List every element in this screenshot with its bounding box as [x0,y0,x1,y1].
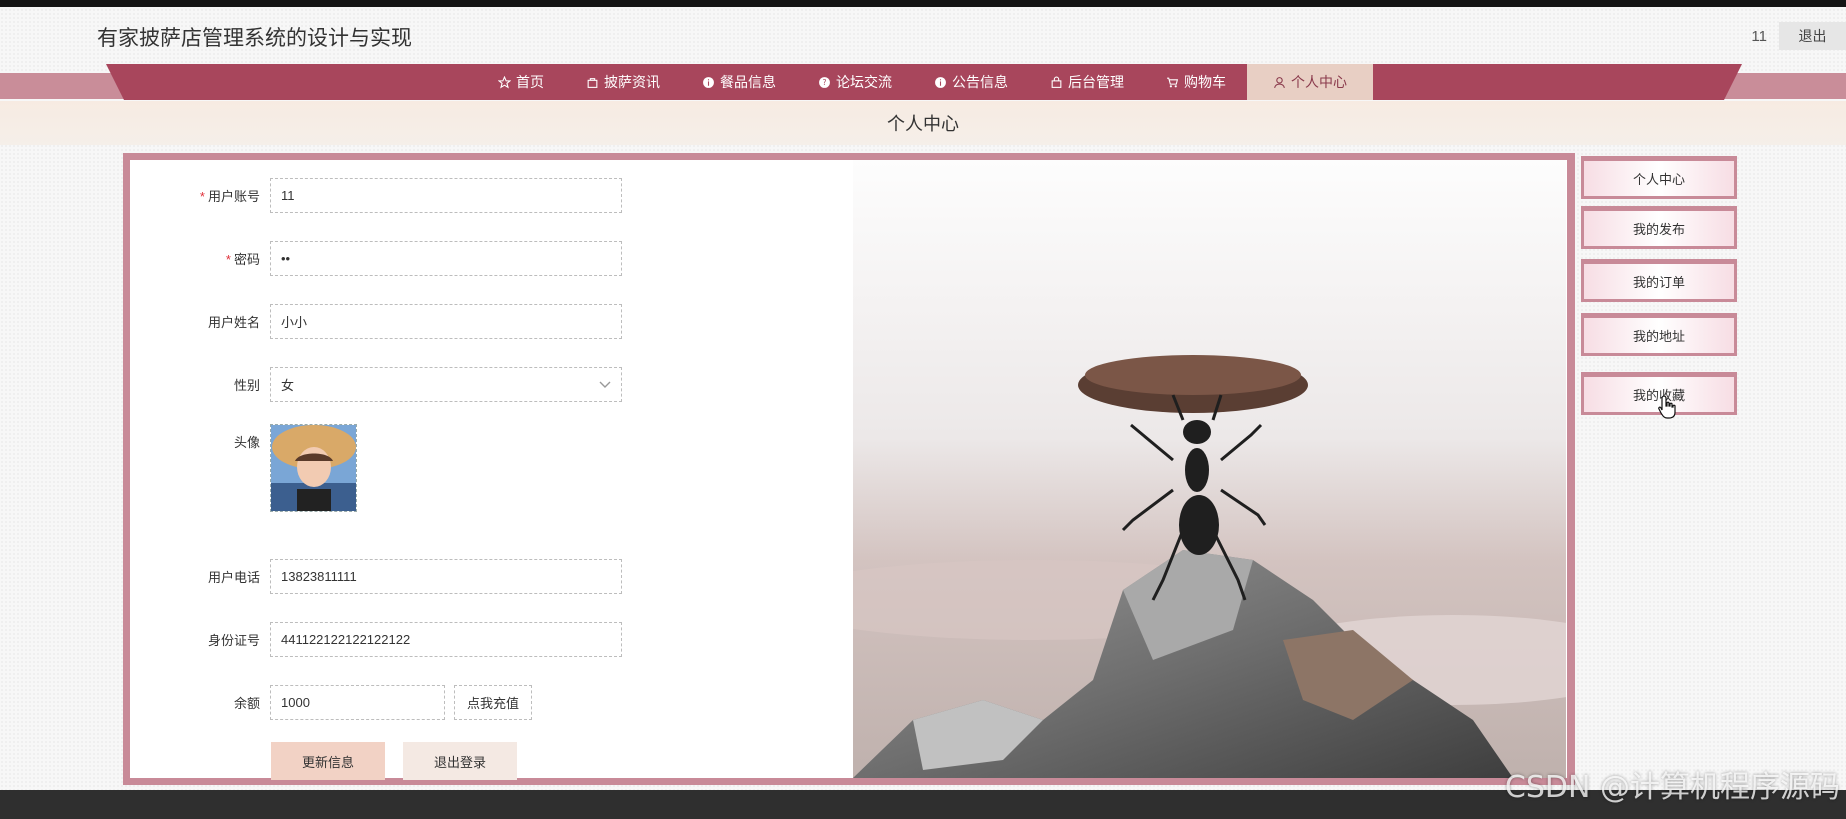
nav-menu-info[interactable]: 餐品信息 [681,64,797,100]
gender-value: 女 [281,378,295,393]
update-info-button[interactable]: 更新信息 [271,742,385,780]
balance-label: 余额 [233,696,260,711]
app-title: 有家披萨店管理系统的设计与实现 [97,27,412,50]
account-row: * 用户账号 11 [130,178,622,213]
name-input[interactable]: 小小 [270,304,622,339]
id-card-label: 身份证号 [207,633,260,648]
logout-account-button[interactable]: 退出登录 [403,742,517,780]
nav-forum[interactable]: ? 论坛交流 [797,64,913,100]
info-icon [703,76,714,88]
phone-input[interactable]: 13823811111 [270,559,622,594]
svg-text:?: ? [822,78,826,87]
nav-admin-label: 后台管理 [1068,74,1124,90]
avatar[interactable] [270,424,357,512]
decorative-photo [853,160,1566,778]
question-icon: ? [819,76,830,88]
required-mark: * [225,252,231,267]
avatar-image [271,425,356,511]
id-card-row: 身份证号 441122122122122122 [130,622,622,657]
page-title: 个人中心 [0,101,1846,145]
ant-rock-illustration [853,160,1566,778]
sidebar-item-my-orders[interactable]: 我的订单 [1581,259,1737,302]
nav-admin[interactable]: 后台管理 [1029,64,1145,100]
nav-notice[interactable]: 公告信息 [913,64,1029,100]
nav-home[interactable]: 首页 [477,64,565,100]
hand-cursor-icon [1658,395,1676,419]
required-mark: * [199,189,205,204]
nav-forum-label: 论坛交流 [836,74,892,90]
nav-pizza-news[interactable]: 披萨资讯 [565,64,681,100]
account-label: 用户账号 [207,189,260,204]
balance-input[interactable]: 1000 [270,685,445,720]
nav-pizza-news-label: 披萨资讯 [604,74,660,90]
info-icon [935,76,946,88]
gender-select[interactable]: 女 [270,367,622,402]
sidebar-item-personal-center[interactable]: 个人中心 [1581,156,1737,199]
password-label: 密码 [233,252,260,267]
star-icon [498,75,511,89]
lock-icon [1051,76,1062,88]
bag-icon [587,77,598,88]
user-box: 11 退出 [1751,22,1846,50]
window-top-strip [0,0,1846,7]
account-input[interactable]: 11 [270,178,622,213]
phone-row: 用户电话 13823811111 [130,559,622,594]
nav-personal-center[interactable]: 个人中心 [1247,64,1373,100]
nav-notice-label: 公告信息 [952,74,1008,90]
main-nav: 首页 披萨资讯 餐品信息 ? 论坛交流 公告信息 后台管理 购物车 个人中心 [106,64,1742,100]
sidebar-item-my-address[interactable]: 我的地址 [1581,313,1737,356]
recharge-button[interactable]: 点我充值 [454,685,532,720]
nav-home-label: 首页 [516,74,544,90]
cart-icon [1167,77,1179,87]
avatar-row: 头像 [130,424,357,512]
id-card-input[interactable]: 441122122122122122 [270,622,622,657]
name-label: 用户姓名 [207,315,260,330]
nav-cart[interactable]: 购物车 [1145,64,1247,100]
name-row: 用户姓名 小小 [130,304,622,339]
password-row: * 密码 •• [130,241,622,276]
nav-menu-info-label: 餐品信息 [720,74,776,90]
phone-label: 用户电话 [207,570,260,585]
watermark: CSDN @计算机程序源码 [1504,770,1840,805]
avatar-label: 头像 [233,435,260,450]
username-label: 11 [1751,27,1767,45]
nav-personal-center-label: 个人中心 [1291,74,1347,90]
gender-row: 性别 女 [130,367,622,402]
password-input[interactable]: •• [270,241,622,276]
user-icon [1274,76,1285,88]
nav-cart-label: 购物车 [1184,74,1226,90]
profile-panel: * 用户账号 11 * 密码 •• 用户姓名 小小 性别 女 头像 用户电话 1… [123,153,1575,785]
chevron-down-icon [599,381,611,388]
sidebar-item-my-posts[interactable]: 我的发布 [1581,206,1737,249]
logout-button[interactable]: 退出 [1779,22,1846,50]
gender-label: 性别 [233,378,260,393]
balance-row: 余额 1000 点我充值 [130,685,532,720]
